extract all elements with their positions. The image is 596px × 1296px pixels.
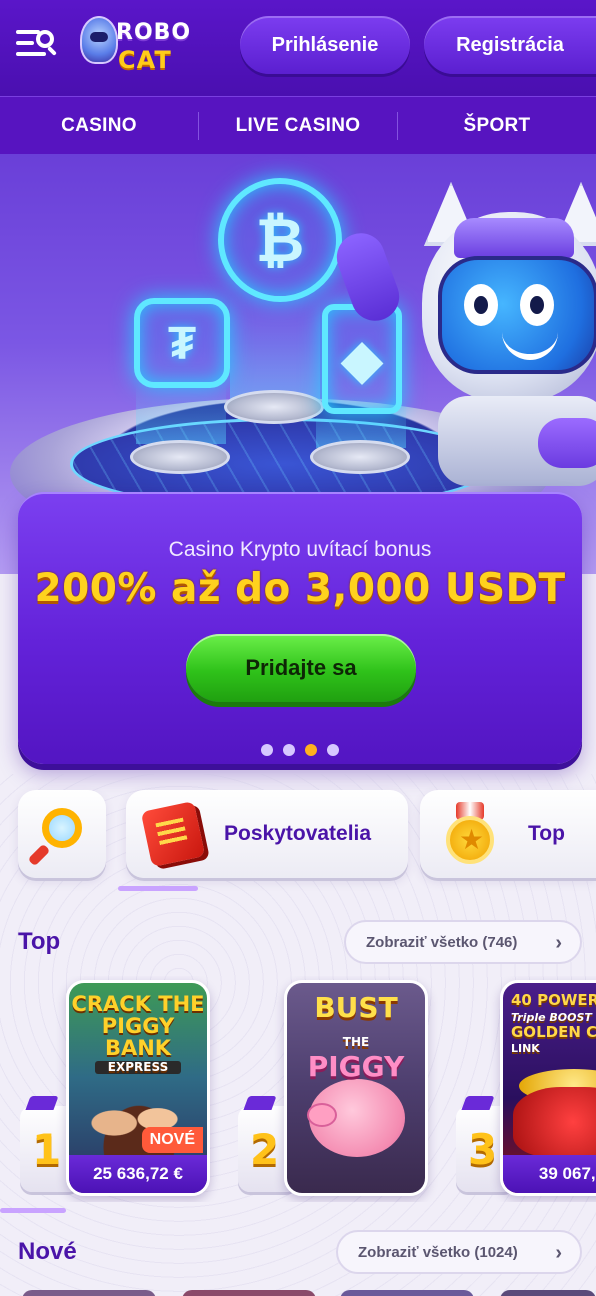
slide-dot[interactable] — [261, 744, 273, 756]
view-all-new-button[interactable]: Zobraziť všetko (1024) › — [336, 1230, 582, 1274]
search-handle-icon — [47, 46, 57, 56]
tether-icon: ₮ — [134, 298, 230, 388]
game-title-line: CRACK THE — [71, 992, 205, 1016]
cat-helmet — [454, 218, 574, 258]
light-beam — [230, 294, 320, 404]
game-title-sub: EXPRESS — [95, 1061, 181, 1074]
rank-number: 2 — [250, 1124, 280, 1174]
rank-number: 3 — [468, 1124, 498, 1174]
game-tile[interactable]: CRACK THE PIGGY BANK EXPRESS NOVÉ 25 636… — [66, 980, 210, 1196]
logo-text-cat: CAT — [118, 46, 172, 74]
scroll-indicator — [118, 886, 198, 891]
promo-title: 200% až do 3,000 USDT — [34, 566, 566, 611]
section-title-top: Top — [18, 928, 61, 955]
view-all-top-button[interactable]: Zobraziť všetko (746) › — [344, 920, 582, 964]
game-title: 40 POWER Triple BOOST GOLDEN CO LINK — [503, 991, 596, 1056]
new-games-peek — [0, 1290, 596, 1296]
menu-line-icon — [16, 52, 46, 56]
cat-hand — [538, 418, 596, 468]
menu-line-icon — [16, 41, 34, 45]
carousel-progress — [0, 1208, 66, 1213]
rank-number: 1 — [32, 1124, 62, 1174]
game-title-line: THE — [342, 1035, 370, 1050]
robot-mascot-icon — [80, 16, 118, 64]
top-category-button[interactable]: Top — [420, 790, 596, 878]
main-nav: CASINO LIVE CASINO ŠPORT — [0, 96, 596, 154]
view-all-label: Zobraziť všetko (746) — [366, 933, 518, 951]
logo-text-robo: ROBO — [116, 20, 192, 45]
game-title-line: GOLDEN CO — [511, 1022, 596, 1041]
slide-dot[interactable] — [327, 744, 339, 756]
game-tile-peek[interactable] — [340, 1290, 474, 1296]
cat-smile — [502, 332, 558, 360]
promo-subtitle: Casino Krypto uvítací bonus — [168, 538, 432, 561]
quick-categories: Poskytovatelia Top — [0, 790, 596, 891]
medal-icon — [442, 802, 502, 864]
providers-label: Poskytovatelia — [224, 822, 372, 845]
light-beam — [136, 384, 226, 444]
game-title-line: PIGGY — [307, 1049, 405, 1083]
game-tile[interactable]: BUST THE PIGGY — [284, 980, 428, 1196]
providers-category-button[interactable]: Poskytovatelia — [126, 790, 408, 878]
book-icon — [140, 800, 206, 868]
view-all-label: Zobraziť všetko (1024) — [358, 1243, 518, 1261]
cat-eye — [520, 284, 554, 326]
register-button[interactable]: Registrácia — [424, 16, 596, 74]
game-title-line: LINK — [511, 1042, 540, 1056]
cat-face — [438, 256, 596, 374]
game-tile-peek[interactable] — [500, 1290, 596, 1296]
promo-card: Casino Krypto uvítací bonus 200% až do 3… — [18, 492, 582, 764]
robocat-mascot — [330, 182, 596, 486]
game-tile[interactable]: 40 POWER Triple BOOST GOLDEN CO LINK 39 … — [500, 980, 596, 1196]
game-tile-peek[interactable] — [182, 1290, 316, 1296]
ethereum-icon: ◆ — [322, 304, 402, 414]
slide-dot-active[interactable] — [305, 744, 317, 756]
pedestal — [130, 440, 230, 474]
login-button[interactable]: Prihlásenie — [240, 16, 410, 74]
cat-eye — [464, 284, 498, 326]
game-title-line: BUST — [314, 991, 398, 1024]
pig-snout — [307, 1103, 337, 1127]
top-label: Top — [528, 822, 565, 845]
bitcoin-icon: ₿ — [218, 178, 342, 302]
search-category-button[interactable] — [18, 790, 106, 878]
game-title-line: PIGGY BANK — [101, 1014, 175, 1061]
chevron-right-icon: › — [555, 932, 562, 954]
game-title: BUST THE PIGGY — [287, 993, 425, 1081]
top-header: ROBO CAT Prihlásenie Registrácia — [0, 0, 596, 96]
nav-sport[interactable]: ŠPORT — [398, 115, 596, 137]
robocat-logo[interactable]: ROBO CAT — [78, 12, 190, 82]
join-button-label: Pridajte sa — [245, 655, 357, 680]
chevron-right-icon: › — [555, 1242, 562, 1264]
top-games-carousel: 1 CRACK THE PIGGY BANK EXPRESS NOVÉ 25 6… — [0, 976, 596, 1202]
jackpot-amount: 25 636,72 € — [69, 1155, 207, 1193]
game-tile-peek[interactable] — [22, 1290, 156, 1296]
pedestal — [310, 440, 410, 474]
pot-icon — [513, 1087, 596, 1157]
menu-search-button[interactable] — [14, 26, 60, 66]
nav-casino[interactable]: CASINO — [0, 115, 198, 137]
slide-indicators — [18, 744, 582, 756]
search-icon — [36, 30, 54, 48]
game-title-line: 40 POWER — [511, 991, 596, 1009]
nav-live-casino[interactable]: LIVE CASINO — [199, 115, 397, 137]
jackpot-amount: 39 067,6 — [503, 1155, 596, 1193]
magnifier-icon — [27, 804, 92, 867]
new-badge: NOVÉ — [141, 1127, 203, 1153]
slide-dot[interactable] — [283, 744, 295, 756]
pedestal — [224, 390, 324, 424]
game-title: CRACK THE PIGGY BANK EXPRESS — [69, 993, 207, 1074]
section-title-new: Nové — [18, 1238, 77, 1265]
join-button[interactable]: Pridajte sa — [186, 634, 416, 702]
